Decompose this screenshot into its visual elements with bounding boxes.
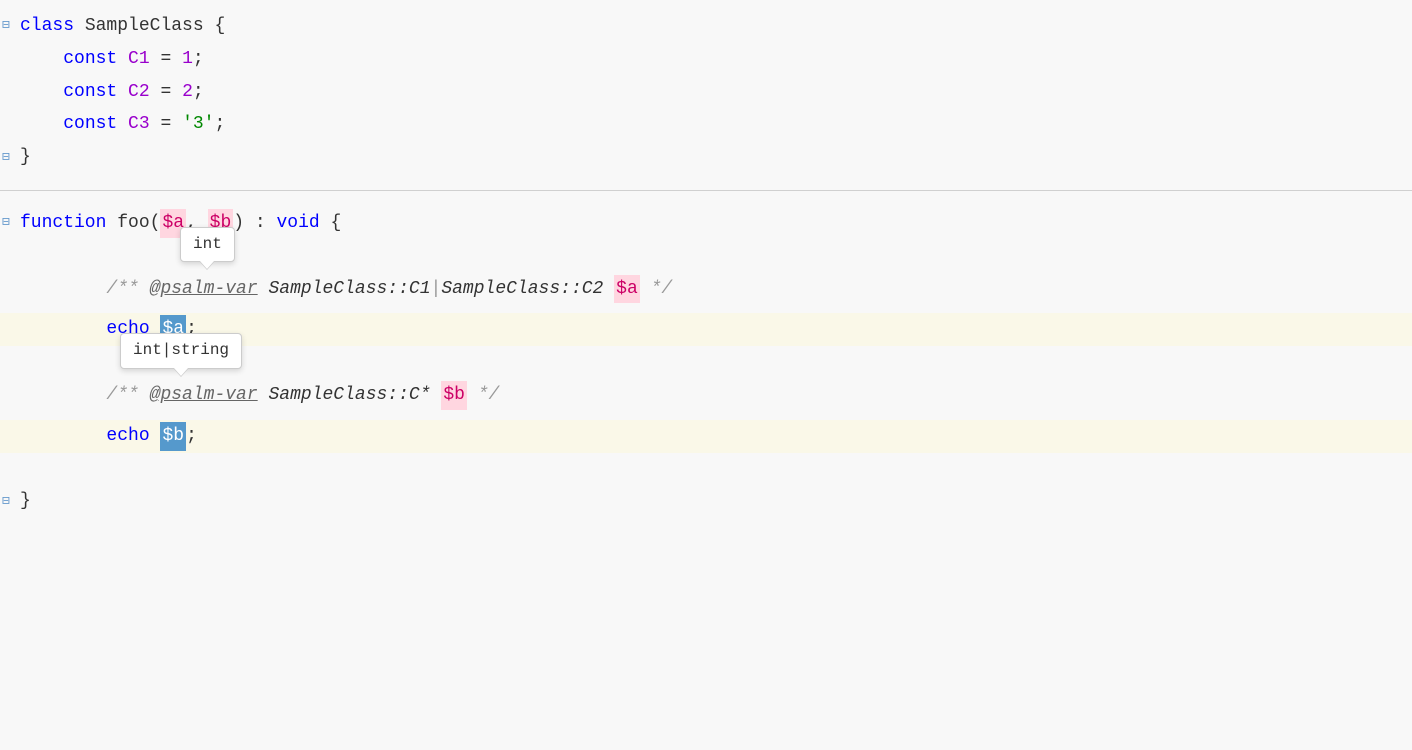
class-c1-ref: SampleClass::C1 xyxy=(268,275,430,304)
code-editor: ⊟ class SampleClass { const C1 = 1 ; con… xyxy=(0,0,1412,750)
tooltip-a-bubble: int xyxy=(180,227,235,263)
class-close-line: ⊟ } xyxy=(0,141,1412,174)
tooltip-b-bubble: int|string xyxy=(120,333,242,369)
const-c2-value: 2 xyxy=(182,78,193,107)
tooltip-b-spacer: int|string xyxy=(0,412,1412,420)
class-cstar-ref: SampleClass::C* xyxy=(268,381,430,410)
echo-b-line: echo $b ; xyxy=(0,420,1412,453)
fold-icon-function[interactable]: ⊟ xyxy=(2,213,10,234)
const-c1-name: C1 xyxy=(128,45,150,74)
function-name: foo( xyxy=(117,209,160,238)
function-close-brace: } xyxy=(20,487,31,516)
function-close-line: ⊟ } xyxy=(0,485,1412,518)
class-c2-ref: SampleClass::C2 xyxy=(441,275,603,304)
section-divider xyxy=(0,190,1412,191)
echo-b-var: $b xyxy=(160,422,186,451)
class-close-brace: } xyxy=(20,143,31,172)
fold-icon-class-close[interactable]: ⊟ xyxy=(2,147,10,168)
blank-line-3 xyxy=(0,453,1412,486)
const-c3-line: const C3 = '3' ; xyxy=(0,108,1412,141)
comment-a-prefix: /** xyxy=(106,275,149,304)
fold-icon-class[interactable]: ⊟ xyxy=(2,16,10,37)
echo-keyword-b: echo xyxy=(106,422,149,451)
function-keyword: function xyxy=(20,209,106,238)
const-keyword-c2: const xyxy=(63,78,117,107)
const-c2-line: const C2 = 2 ; xyxy=(0,76,1412,109)
const-c3-value: '3' xyxy=(182,110,214,139)
class-declaration-line: ⊟ class SampleClass { xyxy=(0,10,1412,43)
const-keyword-c3: const xyxy=(63,110,117,139)
const-c2-name: C2 xyxy=(128,78,150,107)
class-section: ⊟ class SampleClass { const C1 = 1 ; con… xyxy=(0,0,1412,184)
tooltip-a-spacer: int xyxy=(0,305,1412,313)
comment-a-var: $a xyxy=(614,275,640,304)
comment-b-prefix: /** xyxy=(106,381,149,410)
function-section: ⊟ function foo( $a , $b ) : void { /** @… xyxy=(0,197,1412,528)
class-name: SampleClass xyxy=(85,12,204,41)
const-c1-value: 1 xyxy=(182,45,193,74)
void-keyword: void xyxy=(277,209,320,238)
fold-icon-function-close[interactable]: ⊟ xyxy=(2,491,10,512)
const-c3-name: C3 xyxy=(128,110,150,139)
comment-b-var: $b xyxy=(441,381,467,410)
const-keyword-c1: const xyxy=(63,45,117,74)
const-c1-line: const C1 = 1 ; xyxy=(0,43,1412,76)
class-keyword: class xyxy=(20,12,74,41)
